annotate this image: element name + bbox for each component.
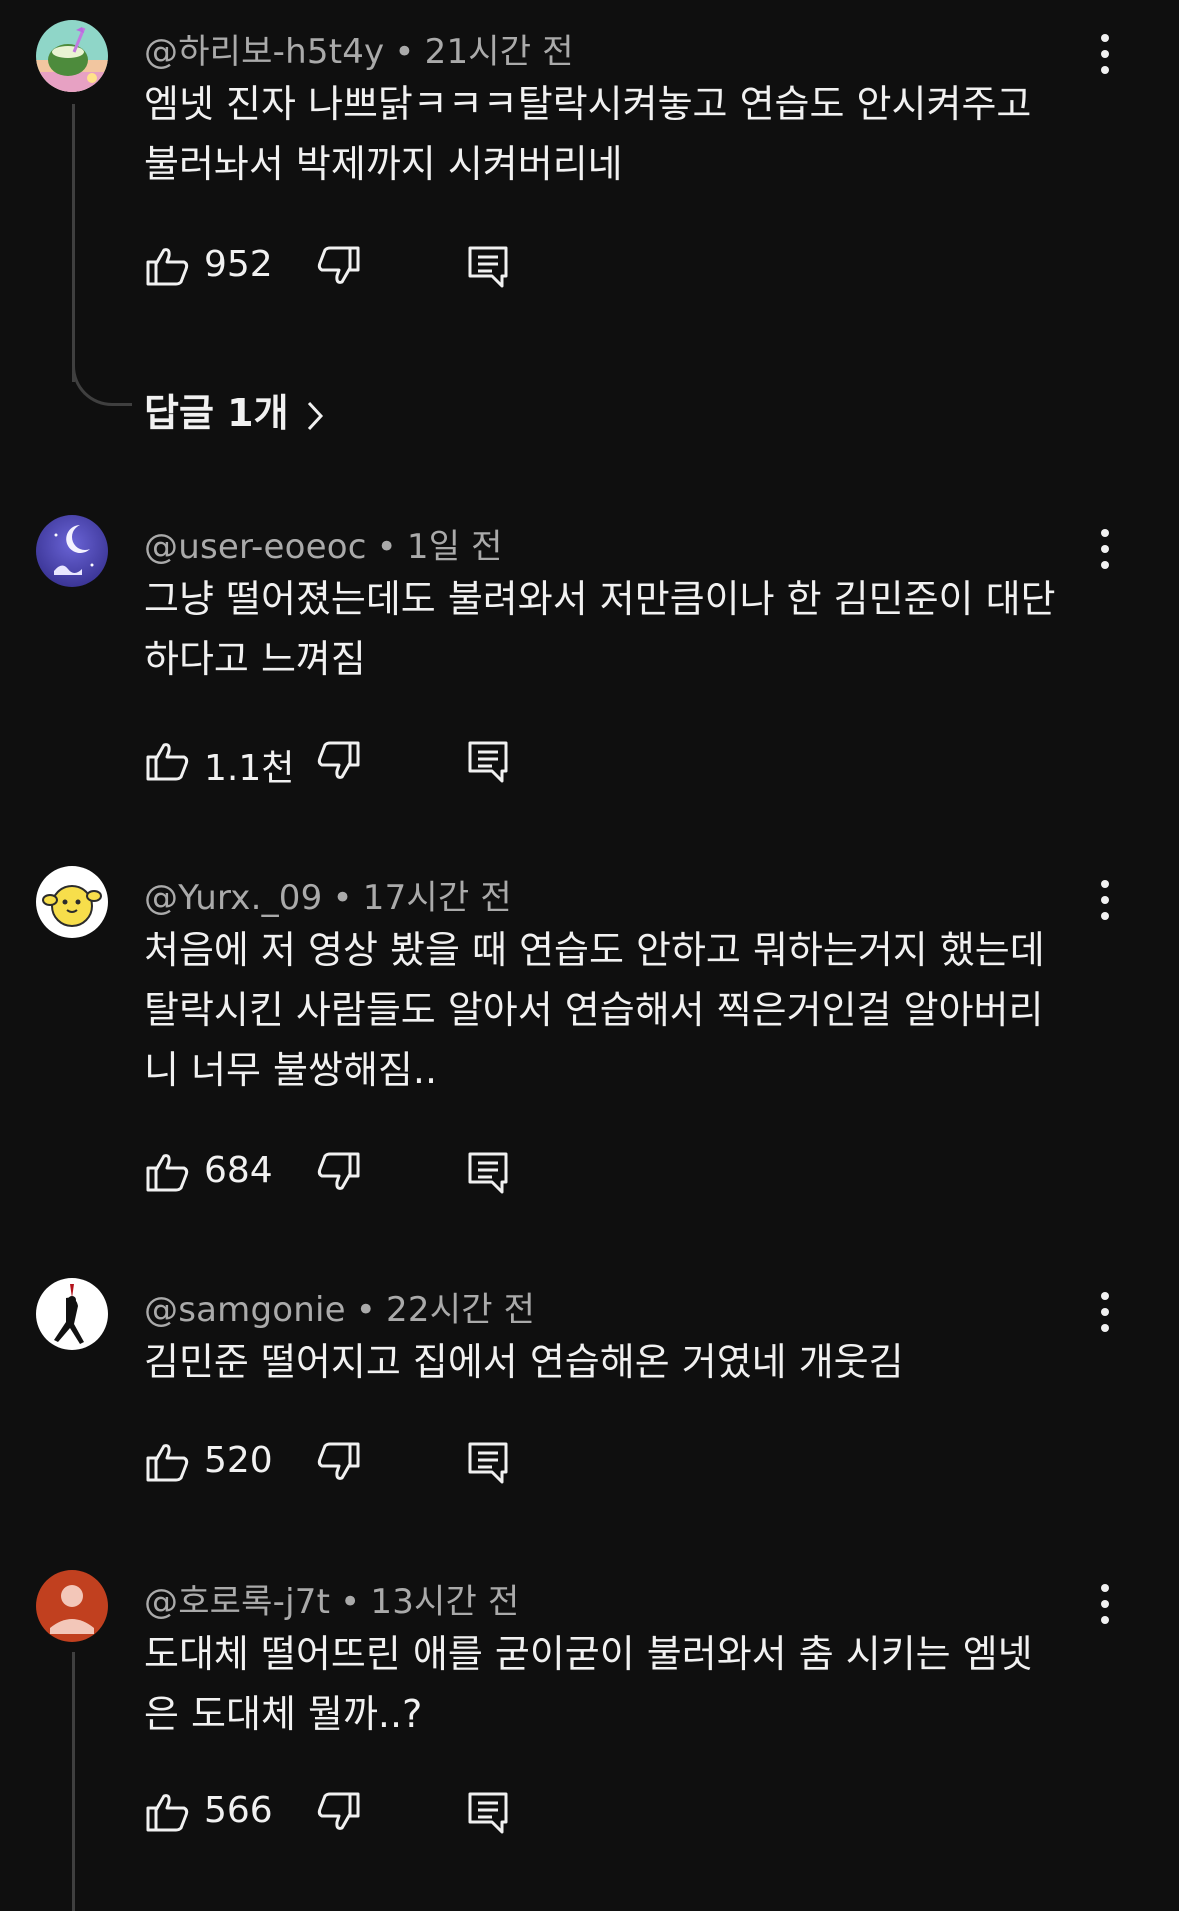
thumbs-up-icon[interactable] xyxy=(144,1148,192,1196)
comment: @호로록-j7t • 13시간 전 도대체 떨어뜨린 애를 굳이굳이 불러와서 춤 … xyxy=(0,1570,1179,1900)
comment-reply-icon[interactable] xyxy=(464,242,512,290)
avatar[interactable] xyxy=(36,866,108,938)
author-handle[interactable]: @하리보-h5t4y xyxy=(144,32,384,72)
yellow-bear-avatar-icon xyxy=(36,866,108,938)
thumbs-down-icon[interactable] xyxy=(314,242,362,290)
comment-line: 은 도대체 뭘까..? xyxy=(144,1692,423,1736)
comment-meta: @Yurx._09 • 17시간 전 xyxy=(144,870,512,919)
avatar[interactable] xyxy=(36,515,108,587)
view-replies-button[interactable]: 답글 1개 xyxy=(144,382,327,437)
comment-reply-icon[interactable] xyxy=(464,1788,512,1836)
timestamp[interactable]: 1일 전 xyxy=(407,527,503,567)
like-count: 566 xyxy=(204,1790,273,1831)
like-count: 1.1천 xyxy=(204,748,295,789)
separator-dot: • xyxy=(332,878,353,918)
author-handle[interactable]: @samgonie xyxy=(144,1290,346,1330)
avatar[interactable] xyxy=(36,1278,108,1350)
comment-text: 그냥 떨어졌는데도 불려와서 저만큼이나 한 김민준이 대단 하다고 느껴짐 xyxy=(144,569,1094,689)
more-vertical-icon[interactable] xyxy=(1090,880,1120,934)
replies-label: 답글 1개 xyxy=(144,391,289,435)
comment-line: 그냥 떨어졌는데도 불려와서 저만큼이나 한 김민준이 대단 xyxy=(144,577,1056,621)
thumbs-up-icon[interactable] xyxy=(144,1438,192,1486)
comment-line: 엠넷 진자 나쁘닭ㅋㅋㅋ탈락시켜놓고 연습도 안시켜주고 xyxy=(144,82,1032,126)
comment-meta: @하리보-h5t4y • 21시간 전 xyxy=(144,24,574,73)
more-vertical-icon[interactable] xyxy=(1090,1292,1120,1346)
comment-line: 도대체 떨어뜨린 애를 굳이굳이 불러와서 춤 시키는 엠넷 xyxy=(144,1632,1033,1676)
comment-line: 처음에 저 영상 봤을 때 연습도 안하고 뭐하는거지 했는데 xyxy=(144,928,1045,972)
night-moon-avatar-icon xyxy=(36,515,108,587)
thumbs-up-icon[interactable] xyxy=(144,737,192,785)
avatar[interactable] xyxy=(36,20,108,92)
author-handle[interactable]: @user-eoeoc xyxy=(144,527,367,567)
separator-dot: • xyxy=(340,1582,361,1622)
comment-meta: @user-eoeoc • 1일 전 xyxy=(144,519,503,568)
timestamp[interactable]: 13시간 전 xyxy=(370,1582,519,1622)
like-count: 684 xyxy=(204,1150,273,1191)
thumbs-down-icon[interactable] xyxy=(314,1148,362,1196)
comment-text: 처음에 저 영상 봤을 때 연습도 안하고 뭐하는거지 했는데 탈락시킨 사람들… xyxy=(144,920,1094,1100)
like-count: 520 xyxy=(204,1440,273,1481)
comment-text: 도대체 떨어뜨린 애를 굳이굳이 불러와서 춤 시키는 엠넷 은 도대체 뭘까.… xyxy=(144,1624,1094,1744)
thumbs-down-icon[interactable] xyxy=(314,1788,362,1836)
comment-line: 탈락시킨 사람들도 알아서 연습해서 찍은거인걸 알아버리 xyxy=(144,988,1044,1032)
thumbs-up-icon[interactable] xyxy=(144,242,192,290)
more-vertical-icon[interactable] xyxy=(1090,529,1120,583)
thumbs-down-icon[interactable] xyxy=(314,737,362,785)
coconut-drink-avatar-icon xyxy=(36,20,108,92)
chevron-right-icon xyxy=(307,401,323,430)
comment-meta: @samgonie • 22시간 전 xyxy=(144,1282,535,1331)
comment-line: 니 너무 불쌍해짐.. xyxy=(144,1048,438,1092)
comment-text: 김민준 떨어지고 집에서 연습해온 거였네 개웃김 xyxy=(144,1332,1094,1392)
dancer-avatar-icon xyxy=(36,1278,108,1350)
comment: @Yurx._09 • 17시간 전 처음에 저 영상 봤을 때 연습도 안하고 뭐… xyxy=(0,866,1179,1226)
comment: @하리보-h5t4y • 21시간 전 엠넷 진자 나쁘닭ㅋㅋㅋ탈락시켜놓고 연습도… xyxy=(0,20,1179,380)
separator-dot: • xyxy=(394,32,415,72)
comment-reply-icon[interactable] xyxy=(464,1148,512,1196)
timestamp[interactable]: 21시간 전 xyxy=(425,32,574,72)
comment-reply-icon[interactable] xyxy=(464,737,512,785)
comment-meta: @호로록-j7t • 13시간 전 xyxy=(144,1574,520,1623)
default-person-avatar-icon xyxy=(36,1570,108,1642)
thumbs-down-icon[interactable] xyxy=(314,1438,362,1486)
comment: @user-eoeoc • 1일 전 그냥 떨어졌는데도 불려와서 저만큼이나 한 … xyxy=(0,515,1179,815)
comment-line: 김민준 떨어지고 집에서 연습해온 거였네 개웃김 xyxy=(144,1340,904,1384)
avatar[interactable] xyxy=(36,1570,108,1642)
like-count: 952 xyxy=(204,244,273,285)
more-vertical-icon[interactable] xyxy=(1090,34,1120,88)
more-vertical-icon[interactable] xyxy=(1090,1584,1120,1638)
separator-dot: • xyxy=(355,1290,377,1330)
comment-line: 하다고 느껴짐 xyxy=(144,637,366,681)
thumbs-up-icon[interactable] xyxy=(144,1788,192,1836)
comment-reply-icon[interactable] xyxy=(464,1438,512,1486)
timestamp[interactable]: 22시간 전 xyxy=(386,1290,535,1330)
timestamp[interactable]: 17시간 전 xyxy=(363,878,512,918)
comment: @samgonie • 22시간 전 김민준 떨어지고 집에서 연습해온 거였네 개… xyxy=(0,1278,1179,1528)
author-handle[interactable]: @Yurx._09 xyxy=(144,878,322,918)
author-handle[interactable]: @호로록-j7t xyxy=(144,1582,330,1622)
separator-dot: • xyxy=(376,527,397,567)
comment-line: 불러놔서 박제까지 시켜버리네 xyxy=(144,142,623,186)
comment-text: 엠넷 진자 나쁘닭ㅋㅋㅋ탈락시켜놓고 연습도 안시켜주고 불러놔서 박제까지 시… xyxy=(144,74,1094,194)
